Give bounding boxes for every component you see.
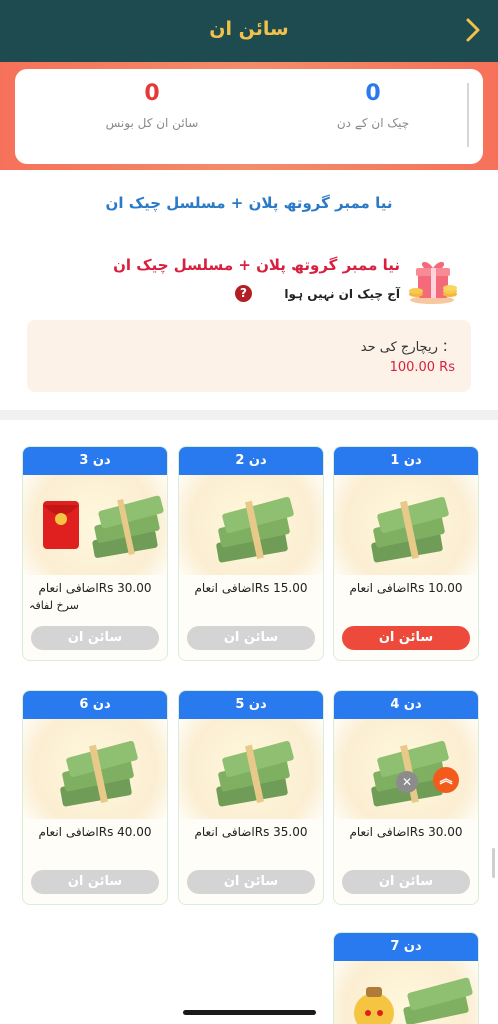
stats-card: 0 سائن ان کل بونس 0 چیک ان کے دن — [15, 69, 483, 164]
day-card: دن 4 ✕ ︽ اضافی انعامRs 30.00 سائن ان — [333, 690, 479, 905]
money-stack-art: ✕ ︽ — [334, 719, 478, 819]
day-card: دن 7 — [333, 932, 479, 1024]
day-label: دن 6 — [23, 691, 167, 719]
day-card: دن 5 اضافی انعامRs 35.00 سائن ان — [178, 690, 324, 905]
sign-in-button[interactable]: سائن ان — [187, 870, 315, 894]
money-stack-art — [179, 719, 323, 819]
chevron-right-icon[interactable] — [462, 16, 484, 44]
double-chevron-up-icon[interactable]: ︽ — [433, 767, 459, 793]
question-circle-icon[interactable]: ? — [235, 285, 252, 302]
divider-line — [467, 83, 469, 147]
day-card: دن 2 اضافی انعامRs 15.00 سائن ان — [178, 446, 324, 661]
money-stack-art — [334, 961, 478, 1024]
cash-stack-icon — [216, 740, 294, 807]
day-label: دن 1 — [334, 447, 478, 475]
reward-text: اضافی انعامRs 35.00 — [194, 825, 308, 839]
red-envelope-icon — [43, 501, 79, 549]
page-title: سائن ان — [209, 18, 289, 40]
checkin-days-stat: 0 چیک ان کے دن — [273, 81, 473, 130]
checkin-status-text: آج چیک ان نہیں ہوا — [284, 287, 400, 301]
day-label: دن 3 — [23, 447, 167, 475]
cash-stack-icon — [371, 740, 449, 807]
red-envelope-label: سرخ لفافہ — [29, 599, 79, 612]
recharge-limit-box: ریچارج کی حد ： 100.00 Rs — [27, 320, 471, 392]
reward-text: اضافی انعامRs 15.00 — [194, 581, 308, 595]
money-stack-art — [179, 475, 323, 575]
day-label: دن 4 — [334, 691, 478, 719]
money-stack-art — [23, 719, 167, 819]
cash-stack-icon — [371, 496, 449, 563]
reward-text: اضافی انعامRs 30.00 — [38, 581, 152, 595]
money-stack-art — [334, 475, 478, 575]
total-bonus-stat: 0 سائن ان کل بونس — [52, 81, 252, 130]
money-bag-icon — [354, 987, 394, 1024]
scrollbar[interactable] — [492, 848, 495, 878]
day-card: دن 3 اضافی انعامRs 30.00 سرخ لفافہ سائن … — [22, 446, 168, 661]
cash-stack-icon — [60, 740, 138, 807]
reward-text: اضافی انعامRs 40.00 — [38, 825, 152, 839]
sign-in-button[interactable]: سائن ان — [31, 870, 159, 894]
home-indicator — [183, 1010, 316, 1015]
plan-title: نیا ممبر گروتھ پلان + مسلسل چیک ان — [105, 194, 393, 212]
close-icon[interactable]: ✕ — [396, 771, 418, 793]
recharge-limit-label: ریچارج کی حد ： — [360, 340, 455, 355]
top-bar: سائن ان — [0, 0, 498, 62]
sign-in-button[interactable]: سائن ان — [31, 626, 159, 650]
day-card: دن 1 اضافی انعامRs 10.00 سائن ان — [333, 446, 479, 661]
section-divider — [0, 410, 498, 420]
money-stack-art — [23, 475, 167, 575]
gift-box-icon — [409, 261, 457, 304]
plan-subtitle: نیا ممبر گروتھ پلان + مسلسل چیک ان — [113, 256, 400, 274]
day-label: دن 2 — [179, 447, 323, 475]
day-card: دن 6 اضافی انعامRs 40.00 سائن ان — [22, 690, 168, 905]
sign-in-button[interactable]: سائن ان — [342, 626, 470, 650]
checkin-days-label: چیک ان کے دن — [336, 116, 410, 130]
checkin-days-value: 0 — [365, 81, 381, 106]
reward-text: اضافی انعامRs 10.00 — [349, 581, 463, 595]
day-label: دن 5 — [179, 691, 323, 719]
sign-in-button[interactable]: سائن ان — [342, 870, 470, 894]
recharge-limit-value: 100.00 Rs — [389, 360, 455, 375]
sign-in-button[interactable]: سائن ان — [187, 626, 315, 650]
day-label: دن 7 — [334, 933, 478, 961]
cash-stack-icon — [216, 496, 294, 563]
total-bonus-value: 0 — [144, 81, 160, 106]
reward-text: اضافی انعامRs 30.00 — [349, 825, 463, 839]
total-bonus-label: سائن ان کل بونس — [105, 116, 199, 130]
